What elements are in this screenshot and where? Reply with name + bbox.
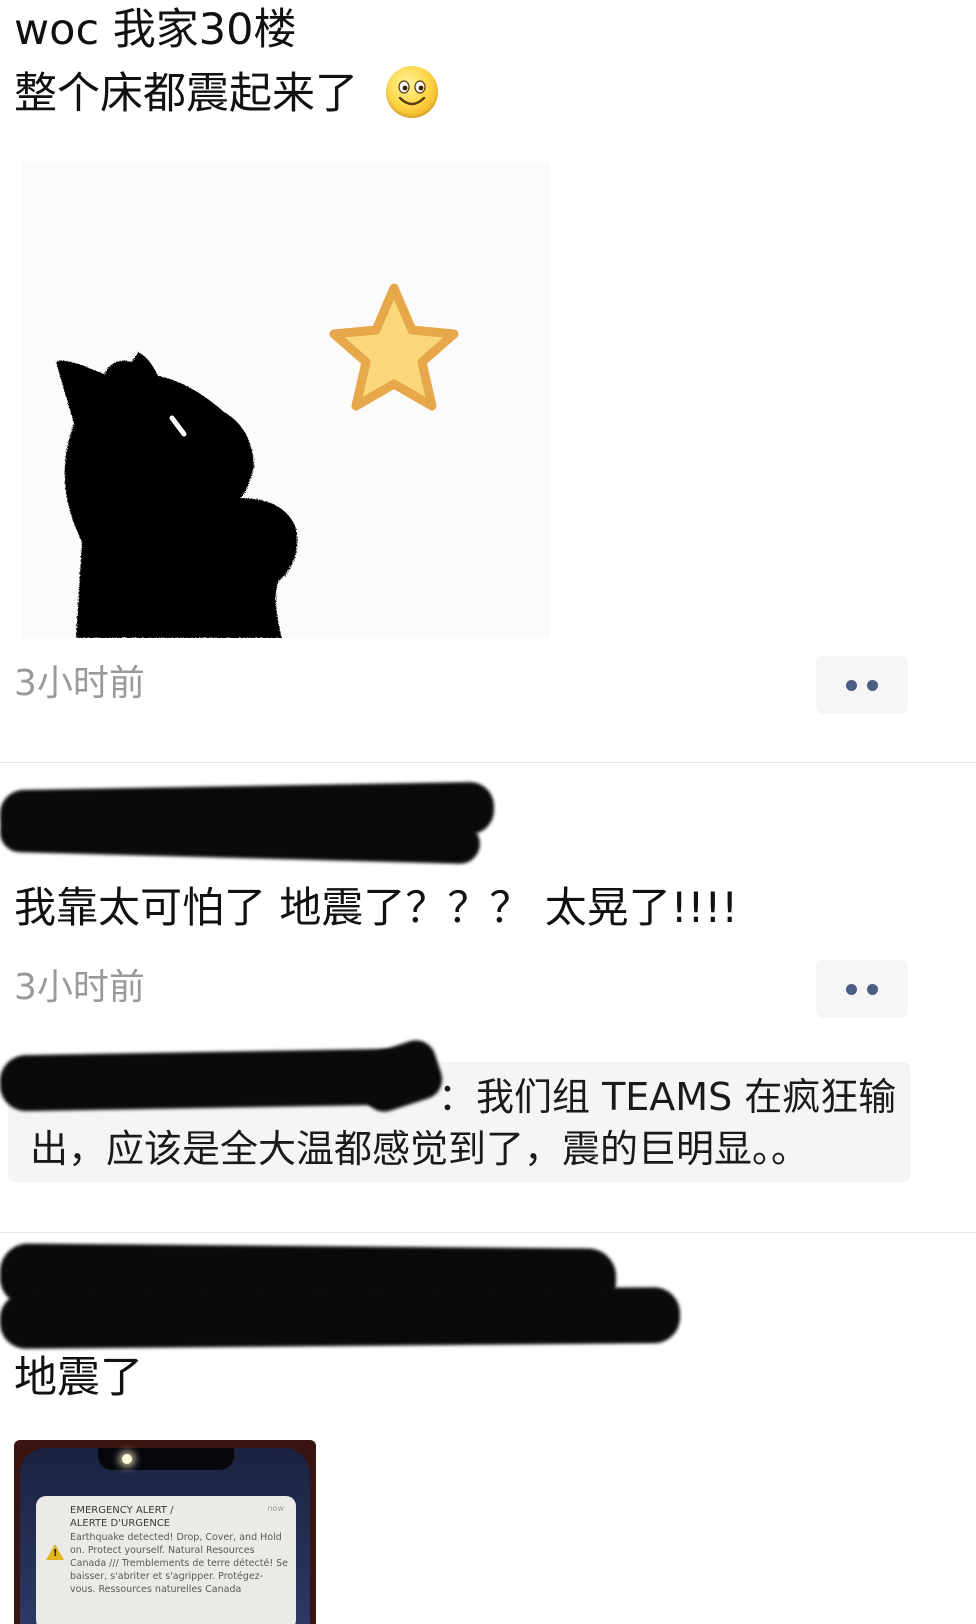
- moments-feed: woc 我家30楼 整个床都震起来了 3小时前 我靠太可怕了 地震了？？？ 太晃…: [0, 0, 976, 1624]
- post2-text: 我靠太可怕了 地震了？？？ 太晃了!!!!: [14, 883, 739, 932]
- alert-body-line: Canada /// Tremblements de terre détecté…: [70, 1558, 289, 1569]
- alert-notification-card: now ! EMERGENCY ALERT / ALERTE D'URGENCE…: [36, 1496, 296, 1624]
- more-options-icon: [846, 679, 857, 691]
- comment-line1: ：我们组 TEAMS 在疯狂输: [438, 1075, 897, 1119]
- warning-exclamation: !: [53, 1548, 58, 1559]
- alert-title-fr: ALERTE D'URGENCE: [70, 1518, 171, 1529]
- post3-text: 地震了: [14, 1353, 143, 1403]
- post1-timestamp: 3小时前: [14, 663, 145, 704]
- phone-notch: [98, 1448, 234, 1470]
- more-options-icon: [867, 679, 878, 691]
- post1-line2: 整个床都震起来了: [14, 69, 358, 119]
- more-options-button[interactable]: [816, 960, 908, 1018]
- post-divider: [0, 762, 976, 763]
- smiley-face-icon: [386, 66, 438, 118]
- more-options-icon: [867, 983, 878, 995]
- black-cat-silhouette: [56, 352, 298, 638]
- cat-star-sticker-image[interactable]: [22, 162, 550, 638]
- alert-body-line: baisser, s'abriter et s'agripper. Protég…: [70, 1571, 264, 1582]
- star-icon: [329, 283, 459, 411]
- redacted-commenter-name: [0, 1048, 411, 1112]
- more-options-icon: [846, 983, 857, 995]
- more-options-button[interactable]: [816, 656, 908, 714]
- alert-body-line: vous. Ressources naturelles Canada: [70, 1584, 242, 1595]
- redaction-mark: [0, 1287, 681, 1349]
- comment-line2: 出，应该是全大温都感觉到了，震的巨明显。。: [30, 1127, 810, 1171]
- alert-time: now: [267, 1504, 284, 1513]
- post1-line1: woc 我家30楼: [14, 5, 297, 55]
- camera-flare: [122, 1454, 132, 1464]
- post2-timestamp: 3小时前: [14, 967, 145, 1008]
- alert-body-line: on. Protect yourself. Natural Resources: [70, 1545, 255, 1556]
- alert-body-line: Earthquake detected! Drop, Cover, and Ho…: [70, 1532, 282, 1543]
- post-divider: [0, 1232, 976, 1233]
- emergency-alert-screenshot-image[interactable]: now ! EMERGENCY ALERT / ALERTE D'URGENCE…: [14, 1440, 316, 1624]
- alert-title-en: EMERGENCY ALERT /: [70, 1505, 174, 1516]
